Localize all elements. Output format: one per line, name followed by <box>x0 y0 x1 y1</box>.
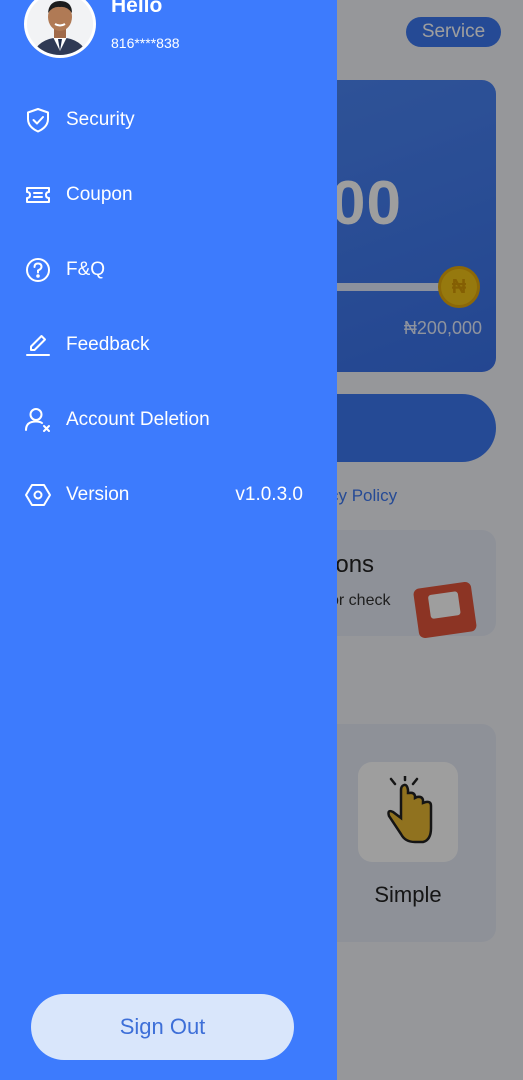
menu-item-coupon[interactable]: Coupon <box>0 157 337 232</box>
menu-item-account-deletion[interactable]: Account Deletion <box>0 382 337 457</box>
version-number: v1.0.3.0 <box>235 483 303 505</box>
avatar[interactable] <box>24 0 96 58</box>
menu-item-label: Account Deletion <box>66 408 210 430</box>
profile-header: Hello 816****838 <box>24 0 324 62</box>
menu-item-version[interactable]: Version v1.0.3.0 <box>0 457 337 532</box>
navigation-drawer: Hello 816****838 Security Coupon F&Q Fee… <box>0 0 337 1080</box>
menu-item-label: Coupon <box>66 183 133 205</box>
menu-item-label: Version <box>66 483 130 505</box>
shield-check-icon <box>24 106 52 134</box>
edit-pen-icon <box>24 331 52 359</box>
sign-out-button[interactable]: Sign Out <box>31 994 294 1060</box>
question-circle-icon <box>24 256 52 284</box>
hexagon-icon <box>24 481 52 509</box>
greeting-text: Hello <box>111 0 163 17</box>
user-avatar-icon <box>27 0 93 55</box>
user-remove-icon <box>24 406 52 434</box>
menu-item-faq[interactable]: F&Q <box>0 232 337 307</box>
menu-item-label: Feedback <box>66 333 150 355</box>
drawer-menu: Security Coupon F&Q Feedback Account Del… <box>0 82 337 532</box>
menu-item-security[interactable]: Security <box>0 82 337 157</box>
phone-number: 816****838 <box>111 35 180 51</box>
menu-item-label: F&Q <box>66 258 106 280</box>
menu-item-label: Security <box>66 108 135 130</box>
ticket-icon <box>24 181 52 209</box>
menu-item-feedback[interactable]: Feedback <box>0 307 337 382</box>
